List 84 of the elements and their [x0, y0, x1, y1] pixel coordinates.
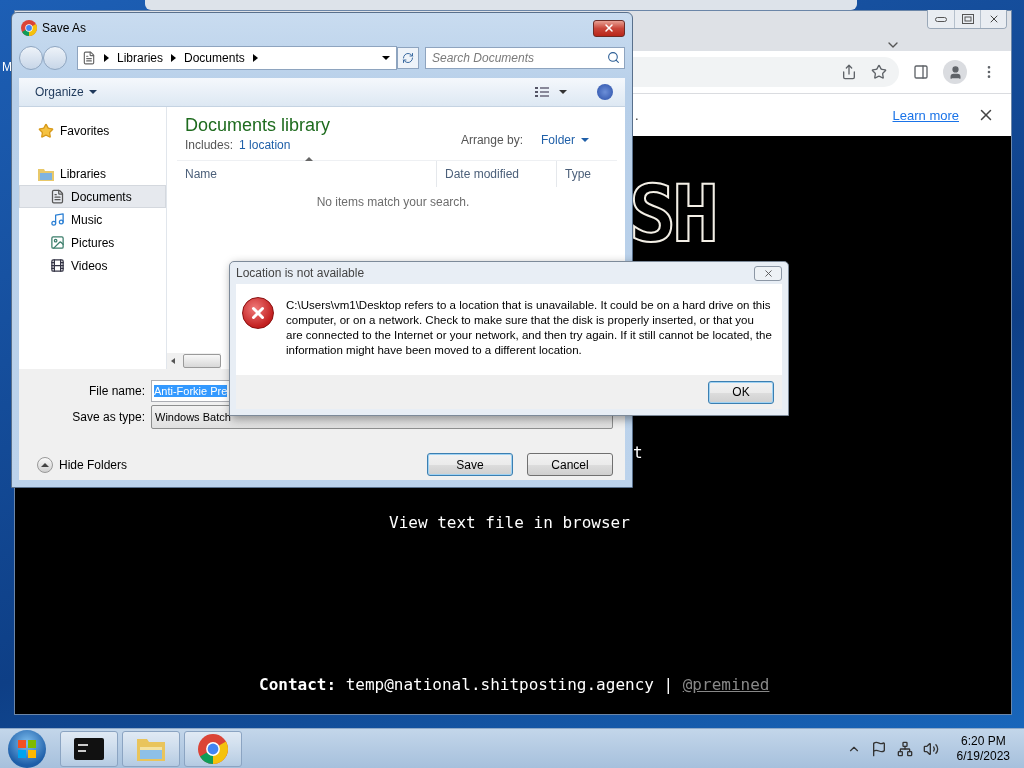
film-icon	[50, 258, 65, 273]
maximize-button[interactable]	[954, 10, 980, 28]
dropdown-icon[interactable]	[382, 56, 390, 60]
side-panel-icon[interactable]	[913, 64, 929, 80]
nav-item[interactable]: Videos	[19, 254, 166, 277]
horizontal-scrollbar[interactable]	[167, 353, 221, 369]
dialog-title: Location is not available	[236, 266, 365, 280]
flag-icon[interactable]	[870, 740, 887, 757]
file-name-text: Anti-Forkie Pre	[154, 385, 228, 397]
folder-icon	[38, 166, 54, 181]
chrome-logo-icon	[21, 20, 37, 36]
chevron-icon	[252, 54, 258, 62]
start-button[interactable]	[8, 729, 46, 768]
view-text-link[interactable]: View text file in browser	[389, 513, 630, 532]
cancel-button[interactable]: Cancel	[527, 453, 613, 476]
close-icon	[603, 22, 615, 34]
chevron-icon	[171, 54, 177, 62]
music-note-icon	[50, 212, 65, 227]
column-header[interactable]: Date modified	[437, 161, 557, 187]
breadcrumb[interactable]: Documents	[184, 51, 245, 65]
nav-item[interactable]: Pictures	[19, 231, 166, 254]
nav-item[interactable]: Libraries	[19, 162, 166, 185]
desktop-icon-label[interactable]: M	[2, 60, 12, 74]
arrange-label: Arrange by:	[460, 132, 523, 147]
star-icon	[38, 122, 54, 139]
restore-icon	[961, 14, 974, 24]
bookmark-star-icon[interactable]	[871, 64, 887, 80]
windows-logo-icon	[18, 739, 36, 758]
close-button[interactable]	[980, 10, 1006, 28]
handle-link[interactable]: @premined	[682, 675, 770, 694]
column-header[interactable]: Type	[557, 161, 617, 187]
nav-item[interactable]: Favorites	[19, 119, 166, 142]
save-button[interactable]: Save	[427, 453, 513, 476]
taskbar-app[interactable]	[60, 730, 118, 767]
minimize-icon	[935, 16, 947, 22]
column-header[interactable]: Name	[177, 161, 437, 187]
organize-menu[interactable]: Organize	[35, 85, 97, 99]
close-button[interactable]	[593, 19, 625, 37]
minimize-button[interactable]	[928, 10, 954, 28]
sort-arrow-icon	[305, 157, 313, 161]
dropdown-icon	[581, 137, 589, 142]
refresh-button[interactable]	[397, 47, 419, 69]
includes-label: Includes:	[185, 138, 234, 152]
page-text: t	[633, 443, 643, 462]
chevron-icon	[104, 54, 109, 62]
nav-item[interactable]: Music	[19, 208, 166, 231]
profile-avatar-icon[interactable]	[943, 60, 967, 84]
location-link[interactable]: 1 location	[239, 138, 291, 152]
ok-button[interactable]: OK	[708, 380, 774, 404]
dropdown-icon[interactable]	[559, 90, 567, 94]
network-icon[interactable]	[896, 740, 913, 757]
clock[interactable]: 6:20 PM 6/19/2023	[956, 733, 1010, 764]
help-icon[interactable]	[597, 84, 613, 100]
chrome-logo-icon	[198, 733, 228, 764]
breadcrumb-bar[interactable]: Libraries Documents	[77, 46, 397, 70]
library-title: Documents library	[185, 115, 331, 135]
arrange-dropdown[interactable]: Folder	[541, 132, 575, 147]
search-icon[interactable]	[607, 51, 620, 64]
speaker-icon[interactable]	[922, 740, 939, 757]
contact-label: Contact:	[259, 675, 337, 694]
nav-item[interactable]: Documents	[19, 185, 166, 208]
learn-more-link[interactable]: Learn more	[892, 107, 959, 123]
breadcrumb[interactable]: Libraries	[117, 51, 164, 65]
refresh-icon	[402, 52, 414, 64]
document-icon	[50, 189, 65, 204]
banner-text: SH	[629, 178, 715, 250]
contact-email: temp@national.shitposting.agency	[345, 675, 654, 694]
view-options-icon[interactable]	[535, 86, 549, 98]
hide-folders-button[interactable]: Hide Folders	[37, 456, 128, 473]
save-type-label: Save as type:	[71, 410, 146, 424]
error-message: C:\Users\vm1\Desktop refers to a location that is unavailable. It could be on a hard drive on this computer, or on a network. Check to make sure that the disk is properly inserted, or that you are connected to the Internet or your network, and then try again. If it still cannot be located, the information might have been moved to a different location.	[286, 298, 772, 358]
separator: |	[663, 675, 674, 694]
search-field[interactable]: Search Documents	[425, 47, 625, 69]
share-icon[interactable]	[841, 64, 857, 80]
file-name-label: File name:	[87, 384, 146, 398]
close-icon	[762, 267, 774, 279]
terminal-icon	[74, 737, 104, 760]
picture-icon	[50, 235, 65, 250]
location-icon	[82, 51, 96, 65]
dropdown-icon	[88, 90, 97, 94]
window-title: Save As	[42, 21, 88, 35]
info-text: .	[635, 107, 640, 123]
error-icon	[242, 297, 274, 329]
empty-message: No items match your search.	[316, 195, 470, 209]
